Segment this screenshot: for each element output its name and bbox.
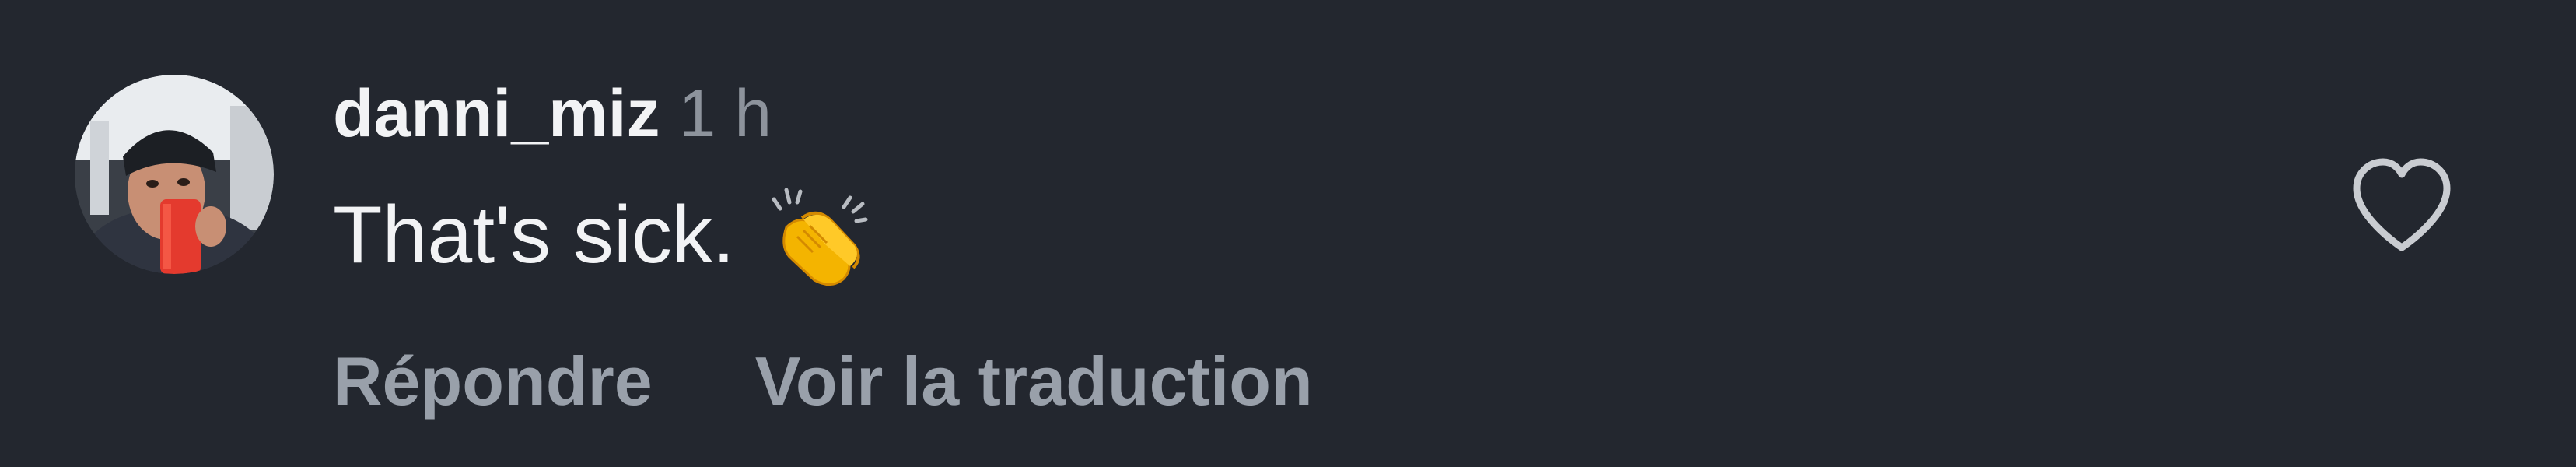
comment-actions: Répondre Voir la traduction (333, 335, 1313, 428)
avatar[interactable] (75, 75, 274, 274)
username[interactable]: danni_miz (333, 76, 660, 151)
heart-outline-icon[interactable] (2349, 156, 2455, 255)
comment-text: That's sick. (333, 190, 735, 280)
avatar-image (75, 75, 274, 274)
reply-button[interactable]: Répondre (333, 335, 653, 428)
timestamp: 1 h (678, 76, 772, 151)
comment-header: danni_miz 1 h (333, 67, 772, 160)
comment-row: danni_miz 1 h That's sick. Répondre Voir l… (0, 0, 2576, 467)
comment-body: That's sick. (333, 181, 872, 290)
see-translation-button[interactable]: Voir la traduction (755, 335, 1313, 428)
clapping-hands-icon (763, 182, 872, 291)
